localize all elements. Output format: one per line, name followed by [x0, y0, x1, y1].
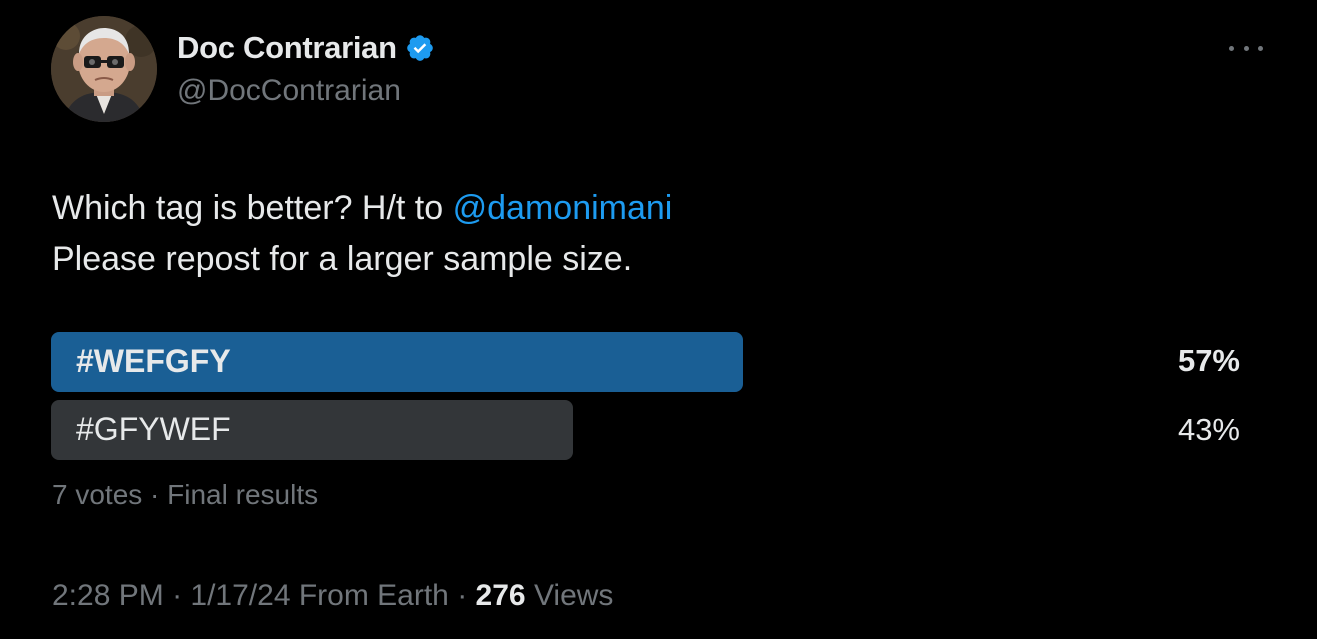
- separator: ·: [163, 579, 191, 612]
- avatar-image: [51, 16, 157, 122]
- views-label: Views: [525, 579, 614, 612]
- author-display-name[interactable]: Doc Contrarian: [177, 28, 435, 68]
- separator: ·: [448, 579, 476, 612]
- poll-meta: 7 votes · Final results: [52, 479, 319, 510]
- more-dot: [1243, 45, 1249, 51]
- tweet-date[interactable]: 1/17/24: [190, 579, 290, 612]
- poll-option-label: #WEFGFY: [76, 343, 231, 379]
- views-count[interactable]: 276: [476, 579, 526, 612]
- tweet-footer: 2:28 PM · 1/17/24 From Earth · 276 Views: [52, 576, 613, 616]
- poll-option-percent: 43%: [1177, 412, 1240, 447]
- author-handle[interactable]: @DocContrarian: [177, 71, 401, 111]
- tweet-source: From Earth: [290, 579, 449, 612]
- poll-option-percent: 57%: [1177, 343, 1240, 378]
- more-dot: [1258, 45, 1263, 51]
- poll-option-label: #GFYWEF: [76, 411, 231, 447]
- tweet-time[interactable]: 2:28 PM: [52, 579, 164, 612]
- more-options-icon[interactable]: [1229, 40, 1263, 56]
- tweet-text: Which tag is better? H/t to @damonimani …: [52, 183, 672, 285]
- mention-link[interactable]: @damonimani: [453, 189, 673, 227]
- more-dot: [1229, 45, 1234, 51]
- tweet-text-line1: Which tag is better? H/t to: [52, 189, 453, 227]
- verified-badge-icon: [405, 33, 435, 63]
- tweet-text-line2: Please repost for a larger sample size.: [52, 240, 633, 278]
- display-name-text: Doc Contrarian: [177, 30, 397, 65]
- avatar[interactable]: [51, 16, 157, 122]
